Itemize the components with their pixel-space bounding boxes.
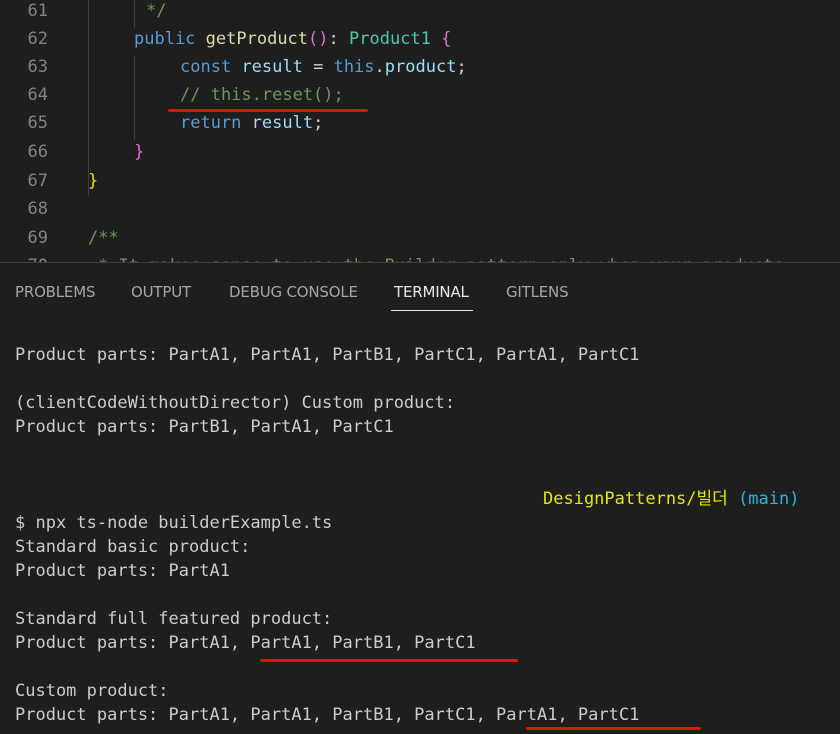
tab-problems[interactable]: PROBLEMS [15,283,95,301]
code-line: 66 } [0,138,840,166]
keyword: public [134,29,196,49]
terminal-line: Product parts: PartA1, PartA1, PartB1, P… [15,705,640,725]
code-text: return result; [180,109,323,137]
red-underline-annotation [526,727,701,730]
line-number: 69 [27,228,48,248]
bottom-panel: PROBLEMS OUTPUT DEBUG CONSOLE TERMINAL G… [0,262,840,734]
property: product [384,57,457,77]
line-number: 65 [27,113,48,133]
terminal-line: Standard basic product: [15,537,251,557]
semicolon: ; [456,57,467,77]
doc-comment: /** [88,228,119,248]
code-line: 69 /** [0,224,840,252]
red-underline-annotation [260,659,518,662]
code-line: 64 // this.reset(); [0,81,840,109]
active-tab-indicator [391,310,473,311]
commented-code: // this.reset(); [180,85,344,105]
function-name: getProduct [205,29,309,49]
brace: } [134,142,145,162]
line-number: 61 [27,1,48,21]
code-line: 61 */ [0,0,840,25]
line-number: 67 [27,171,48,191]
tab-terminal[interactable]: TERMINAL [394,283,469,301]
line-number: 66 [27,142,48,162]
terminal-command: $ npx ts-node builderExample.ts [15,513,333,533]
line-number: 62 [27,29,48,49]
type-name: Product1 [349,29,431,49]
terminal-line: Product parts: PartA1, PartA1, PartB1, P… [15,633,476,653]
tab-gitlens[interactable]: GITLENS [506,283,569,301]
code-line: 67 } [0,167,840,195]
terminal-output[interactable]: Product parts: PartA1, PartA1, PartB1, P… [0,319,840,734]
terminal-line: Product parts: PartA1 [15,561,230,581]
terminal-line: Custom product: [15,681,169,701]
variable: result [251,113,314,133]
paren: () [308,29,329,49]
semicolon: ; [313,113,324,133]
brace: { [441,29,452,49]
code-editor[interactable]: 61 */ 62 public getProduct(): Product1 {… [0,0,840,262]
dot: . [374,57,385,77]
tab-output[interactable]: OUTPUT [131,283,191,301]
keyword: const [180,57,232,77]
prompt-path: DesignPatterns/빌더 [543,489,728,509]
terminal-prompt: DesignPatterns/빌더 (main) [543,487,799,511]
line-number: 64 [27,85,48,105]
code-text: const result = this.product; [180,53,467,81]
terminal-line: (clientCodeWithoutDirector) Custom produ… [15,393,456,413]
code-line: 70 * It makes sense to use the Builder p… [0,252,840,262]
this-keyword: this [333,57,375,77]
terminal-line: Product parts: PartA1, PartA1, PartB1, P… [15,345,640,365]
keyword: return [180,113,242,133]
brace: } [88,171,99,191]
line-number: 63 [27,57,48,77]
variable: result [241,57,303,77]
code-text: public getProduct(): Product1 { [134,25,451,53]
terminal-line: Product parts: PartB1, PartA1, PartC1 [15,417,394,437]
code-line: 68 [0,195,840,223]
line-number: 70 [0,252,48,262]
line-number: 68 [27,199,48,219]
doc-comment: * It makes sense to use the Builder patt… [98,252,784,262]
code-line: 62 public getProduct(): Product1 { [0,25,840,53]
prompt-branch: (main) [738,489,800,509]
operator: = [302,57,334,77]
tab-debug-console[interactable]: DEBUG CONSOLE [229,283,358,301]
colon: : [328,29,349,49]
code-line: 63 const result = this.product; [0,53,840,81]
panel-tab-bar: PROBLEMS OUTPUT DEBUG CONSOLE TERMINAL G… [0,263,840,319]
code-text: */ [146,1,167,21]
terminal-line: Standard full featured product: [15,609,333,629]
code-line: 65 return result; [0,109,840,137]
